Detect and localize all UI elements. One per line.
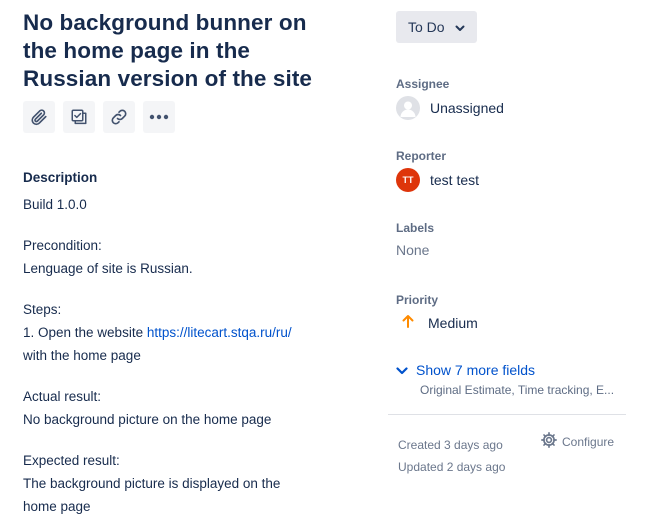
priority-value[interactable]: Medium — [396, 314, 478, 331]
issue-title-line: No background bunner on — [23, 10, 307, 35]
updated-date: Updated 2 days ago — [398, 460, 506, 474]
status-label: To Do — [408, 19, 445, 35]
paperclip-icon — [30, 108, 48, 126]
issue-title-line: Russian version of the site — [23, 66, 313, 91]
assignee-field: Assignee Unassigned — [396, 77, 504, 120]
create-subtask-button[interactable] — [63, 101, 95, 133]
link-issue-button[interactable] — [103, 101, 135, 133]
expected-result-text: home page — [23, 499, 91, 514]
description-precondition: Precondition: Lenguage of site is Russia… — [23, 234, 368, 280]
attach-button[interactable] — [23, 101, 55, 133]
precondition-text: Lenguage of site is Russian. — [23, 261, 193, 276]
show-more-label: Show 7 more fields — [416, 362, 536, 378]
issue-view: No background bunner on the home page in… — [0, 0, 668, 527]
more-icon — [149, 114, 169, 120]
description-body[interactable]: Build 1.0.0 Precondition: Lenguage of si… — [23, 193, 368, 518]
labels-field: Labels None — [396, 221, 434, 258]
configure-button[interactable]: Configure — [540, 431, 614, 452]
description-expected-result: Expected result: The background picture … — [23, 449, 368, 518]
expected-result-label: Expected result: — [23, 453, 120, 468]
description-actual-result: Actual result: No background picture on … — [23, 385, 368, 431]
reporter-value[interactable]: TT test test — [396, 168, 479, 192]
issue-title[interactable]: No background bunner on the home page in… — [23, 9, 368, 93]
unassigned-avatar-icon — [396, 96, 420, 120]
reporter-name: test test — [430, 172, 480, 188]
description-build: Build 1.0.0 — [23, 193, 368, 216]
reporter-field: Reporter TT test test — [396, 149, 479, 192]
reporter-label: Reporter — [396, 149, 447, 163]
issue-toolbar — [23, 101, 368, 133]
actual-result-text: No background picture on the home page — [23, 412, 272, 427]
issue-dates: Created 3 days ago Updated 2 days ago — [398, 434, 505, 478]
sidebar-divider — [388, 414, 626, 415]
step-1-text: 1. Open the website — [23, 325, 147, 340]
priority-field: Priority Medium — [396, 293, 478, 331]
description-steps: Steps: 1. Open the website https://litec… — [23, 298, 368, 367]
build-text: Build 1.0.0 — [23, 197, 87, 212]
priority-medium-icon — [402, 314, 414, 331]
step-1-continuation: with the home page — [23, 348, 141, 363]
configure-label: Configure — [562, 434, 615, 449]
priority-label: Priority — [396, 293, 439, 307]
steps-label: Steps: — [23, 302, 62, 317]
labels-value[interactable]: None — [396, 242, 434, 258]
more-actions-button[interactable] — [143, 101, 175, 133]
issue-main-column: No background bunner on the home page in… — [23, 0, 368, 518]
created-date: Created 3 days ago — [398, 438, 503, 452]
show-more-link[interactable]: Show 7 more fields — [396, 362, 614, 378]
gear-icon — [540, 431, 558, 452]
show-more-fields[interactable]: Show 7 more fields Original Estimate, Ti… — [396, 362, 614, 397]
assignee-value[interactable]: Unassigned — [396, 96, 504, 120]
website-link[interactable]: https://litecart.stqa.ru/ru/ — [147, 325, 292, 340]
precondition-label: Precondition: — [23, 238, 102, 253]
description-heading: Description — [23, 170, 98, 185]
status-dropdown[interactable]: To Do — [396, 11, 477, 43]
assignee-label: Assignee — [396, 77, 450, 91]
issue-title-line: the home page in the — [23, 38, 251, 63]
actual-result-label: Actual result: — [23, 389, 102, 404]
assignee-name: Unassigned — [430, 100, 504, 116]
avatar: TT — [396, 168, 420, 192]
subtask-icon — [70, 108, 88, 126]
link-icon — [110, 108, 128, 126]
labels-label: Labels — [396, 221, 435, 235]
step-1: 1. Open the website https://litecart.stq… — [23, 321, 368, 344]
chevron-down-icon — [455, 19, 465, 35]
priority-name: Medium — [428, 314, 478, 331]
chevron-down-icon — [396, 362, 408, 378]
expected-result-text: The background picture is displayed on t… — [23, 476, 281, 491]
show-more-summary: Original Estimate, Time tracking, E... — [420, 383, 615, 397]
